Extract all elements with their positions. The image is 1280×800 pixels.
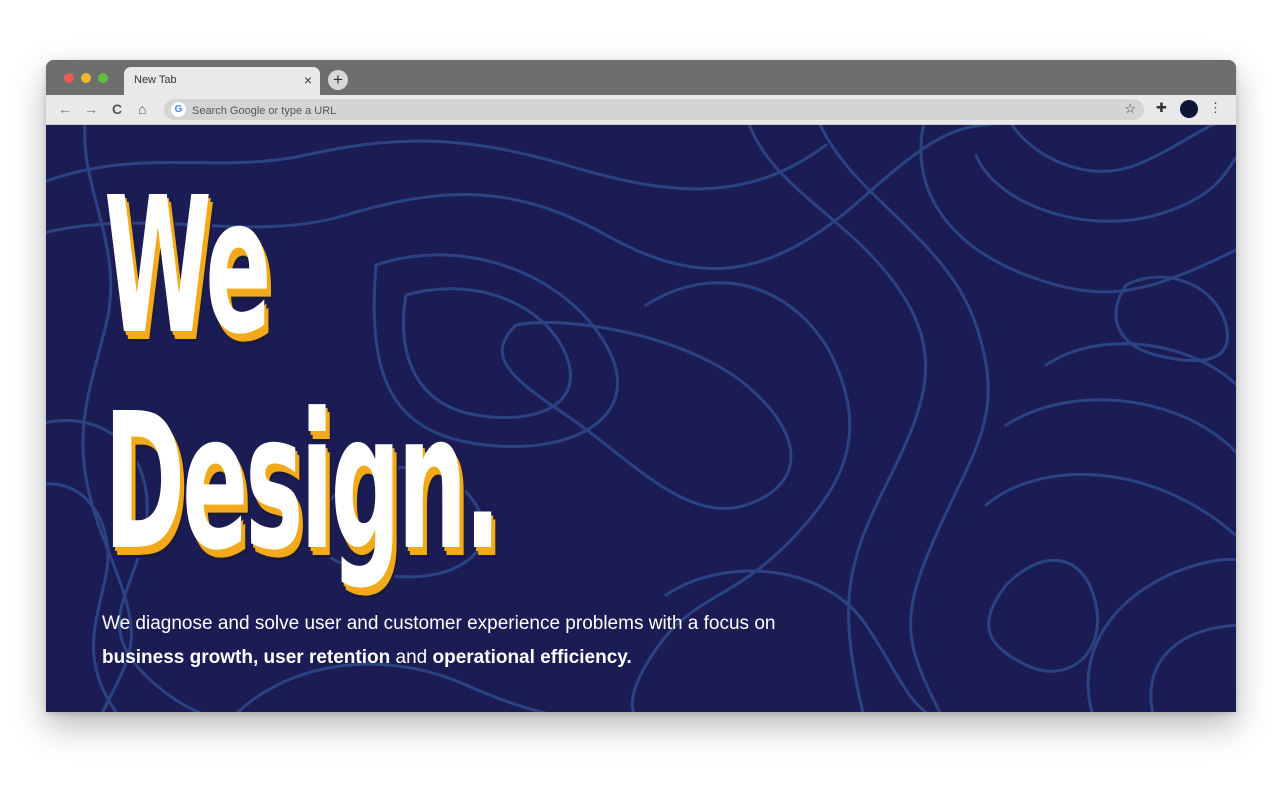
kebab-menu-icon[interactable]: ⋮ [1209,100,1222,116]
back-arrow-icon[interactable]: ← [58,100,72,118]
close-window-button[interactable] [64,73,74,83]
description-text-2: and [395,647,428,668]
description-text-1: We diagnose and solve user and customer … [102,613,776,634]
new-tab-button[interactable]: + [328,70,348,90]
address-input[interactable] [190,100,1094,121]
puzzle-icon[interactable]: ✚ [1156,100,1167,116]
maximize-window-button[interactable] [98,73,108,83]
tab-bar: New Tab × + [46,60,1236,95]
minimize-window-button[interactable] [81,73,91,83]
browser-toolbar: ← → C ⌂ G ☆ ✚ ⋮ [46,95,1236,125]
description-period: . [626,647,632,668]
avatar[interactable] [1180,100,1198,118]
description-bold-user-retention: user retention [263,647,391,668]
tab-close-icon[interactable]: × [304,72,312,88]
web-page: We Design. We diagnose and solve user an… [46,125,1236,712]
reload-icon[interactable]: C [112,100,122,118]
forward-arrow-icon[interactable]: → [84,100,98,118]
address-bar[interactable]: G ☆ [164,99,1144,121]
browser-window: New Tab × + ← → C ⌂ G ☆ ✚ ⋮ [46,60,1236,712]
star-icon[interactable]: ☆ [1124,101,1136,117]
google-icon: G [171,102,186,117]
hero-headline: We Design. [104,157,501,592]
description-bold-operational-efficiency: operational efficiency [432,647,627,668]
headline-line-2: Design. [104,373,501,592]
headline-line-1: We [104,157,272,376]
tab-title: New Tab [134,74,177,86]
description-bold-business-growth: business growth, [102,647,259,668]
home-icon[interactable]: ⌂ [138,100,146,118]
hero-description: We diagnose and solve user and customer … [102,607,922,675]
tab-new-tab[interactable]: New Tab × [124,67,320,95]
